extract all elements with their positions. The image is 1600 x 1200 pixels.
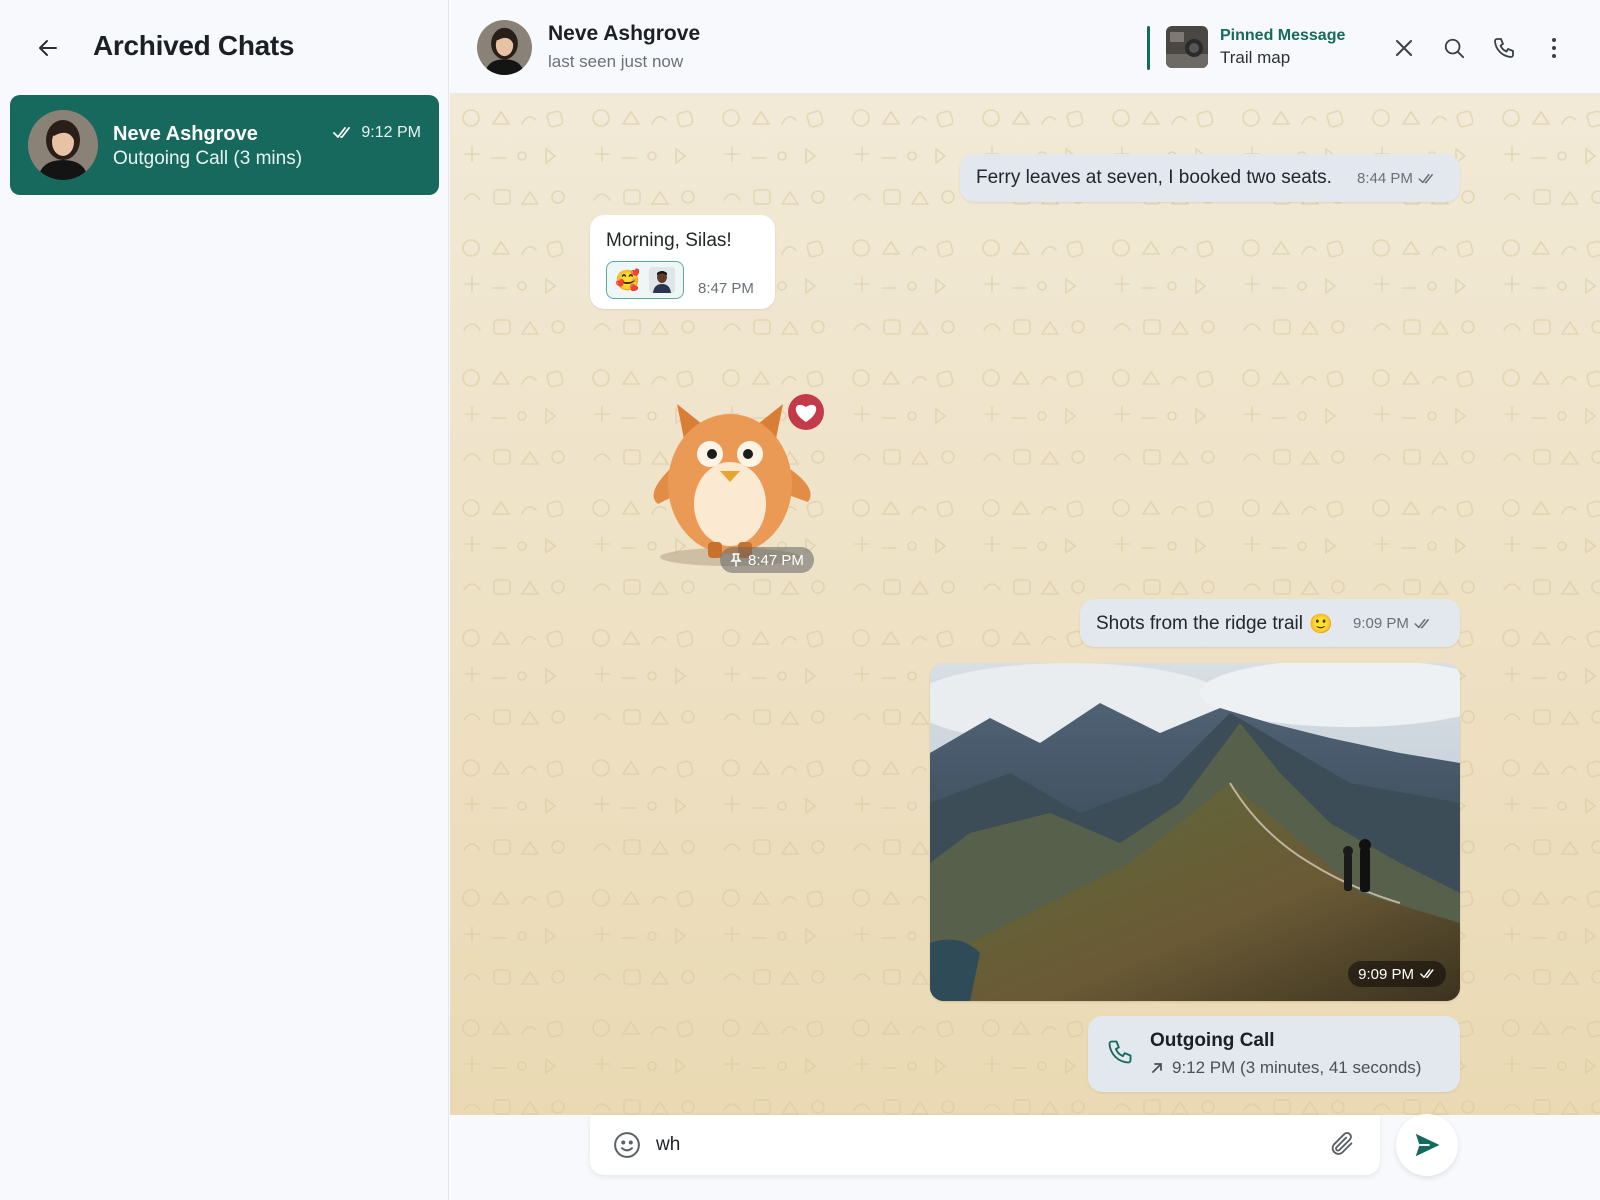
pinned-indicator-bar xyxy=(1147,26,1150,70)
composer-area xyxy=(450,1114,1600,1200)
smile-emoji: 🙂 xyxy=(1308,614,1333,635)
send-button[interactable] xyxy=(1396,1114,1458,1176)
message-bubble-incoming[interactable]: Morning, Silas! 🥰 8:47 PM xyxy=(590,215,775,309)
more-vertical-icon xyxy=(1552,38,1556,58)
send-icon xyxy=(1415,1133,1440,1157)
double-check-icon xyxy=(1418,173,1433,183)
message-time-label: 9:09 PM xyxy=(1353,615,1409,632)
composer xyxy=(590,1115,1380,1175)
sticker-message[interactable] xyxy=(640,374,840,574)
sidebar: Archived Chats Neve Ashgrove 9:12 PM Out… xyxy=(0,0,449,1200)
arrow-left-icon xyxy=(39,40,57,56)
message-time: 9:09 PM xyxy=(1353,615,1432,632)
message-text: Shots from the ridge trail xyxy=(1096,613,1303,634)
message-time: 8:47 PM xyxy=(698,280,754,297)
avatar xyxy=(28,110,98,180)
contact-avatar[interactable] xyxy=(477,20,532,75)
contact-name[interactable]: Neve Ashgrove xyxy=(548,22,700,46)
call-detail-row: 9:12 PM (3 minutes, 41 seconds) xyxy=(1150,1058,1421,1078)
sticker-time-badge: 8:47 PM xyxy=(720,547,814,573)
close-icon xyxy=(1396,40,1412,56)
sidebar-title: Archived Chats xyxy=(93,30,295,61)
sidebar-header: Archived Chats xyxy=(0,0,449,94)
pinned-thumbnail[interactable] xyxy=(1166,26,1208,68)
chat-time-label: 9:12 PM xyxy=(361,124,421,141)
double-check-icon xyxy=(1414,618,1429,628)
mountain-photo xyxy=(930,663,1460,1001)
phone-icon xyxy=(1494,38,1514,58)
message-bubble-outgoing[interactable]: Ferry leaves at seven, I booked two seat… xyxy=(960,154,1460,202)
back-button[interactable] xyxy=(30,30,66,66)
photo-message[interactable]: 9:09 PM xyxy=(930,663,1460,1001)
pin-icon xyxy=(730,553,742,567)
message-text: Ferry leaves at seven, I booked two seat… xyxy=(976,167,1332,188)
chat-pane: Neve Ashgrove last seen just now Pinned … xyxy=(450,0,1600,1200)
more-options-button[interactable] xyxy=(1538,32,1570,64)
attach-button[interactable] xyxy=(1328,1130,1358,1160)
reaction-chip[interactable]: 🥰 xyxy=(606,261,684,299)
call-detail: 9:12 PM (3 minutes, 41 seconds) xyxy=(1172,1058,1422,1077)
reactor-avatar xyxy=(648,267,675,293)
message-bubble-outgoing[interactable]: Shots from the ridge trail 🙂 9:09 PM xyxy=(1080,599,1460,647)
emoji-button[interactable] xyxy=(612,1130,642,1160)
message-time: 8:44 PM xyxy=(1357,170,1436,187)
message-text: Morning, Silas! xyxy=(606,230,732,251)
pinned-text[interactable]: Trail map xyxy=(1220,48,1290,68)
message-area[interactable]: Ferry leaves at seven, I booked two seat… xyxy=(450,94,1600,1115)
message-time-label: 8:44 PM xyxy=(1357,170,1413,187)
search-button[interactable] xyxy=(1438,32,1470,64)
chat-header: Neve Ashgrove last seen just now Pinned … xyxy=(450,0,1600,94)
photo-time-badge: 9:09 PM xyxy=(1348,961,1446,987)
message-input[interactable] xyxy=(656,1125,1296,1165)
contact-status: last seen just now xyxy=(548,52,684,71)
owl-sticker-image xyxy=(653,394,824,566)
paperclip-icon xyxy=(1331,1132,1353,1155)
double-check-icon xyxy=(333,127,351,138)
call-button[interactable] xyxy=(1488,32,1520,64)
smiling-hearts-emoji: 🥰 xyxy=(615,269,641,292)
arrow-up-right-icon xyxy=(1152,1063,1162,1073)
message-text-row: Shots from the ridge trail 🙂 xyxy=(1096,612,1333,636)
call-title: Outgoing Call xyxy=(1150,1030,1275,1051)
call-message-bubble[interactable]: Outgoing Call 9:12 PM (3 minutes, 41 sec… xyxy=(1088,1016,1460,1092)
chat-time: 9:12 PM xyxy=(333,124,421,142)
smiley-icon xyxy=(614,1132,640,1158)
chat-list-item[interactable]: Neve Ashgrove 9:12 PM Outgoing Call (3 m… xyxy=(10,95,439,195)
phone-icon xyxy=(1108,1040,1132,1064)
photo-time: 9:09 PM xyxy=(1358,965,1414,983)
close-pinned-button[interactable] xyxy=(1388,32,1420,64)
chat-subtitle: Outgoing Call (3 mins) xyxy=(113,148,303,169)
chat-name: Neve Ashgrove xyxy=(113,123,258,145)
sticker-time: 8:47 PM xyxy=(748,551,804,569)
double-check-icon xyxy=(1420,969,1434,978)
search-icon xyxy=(1444,38,1465,59)
pinned-label[interactable]: Pinned Message xyxy=(1220,27,1345,45)
